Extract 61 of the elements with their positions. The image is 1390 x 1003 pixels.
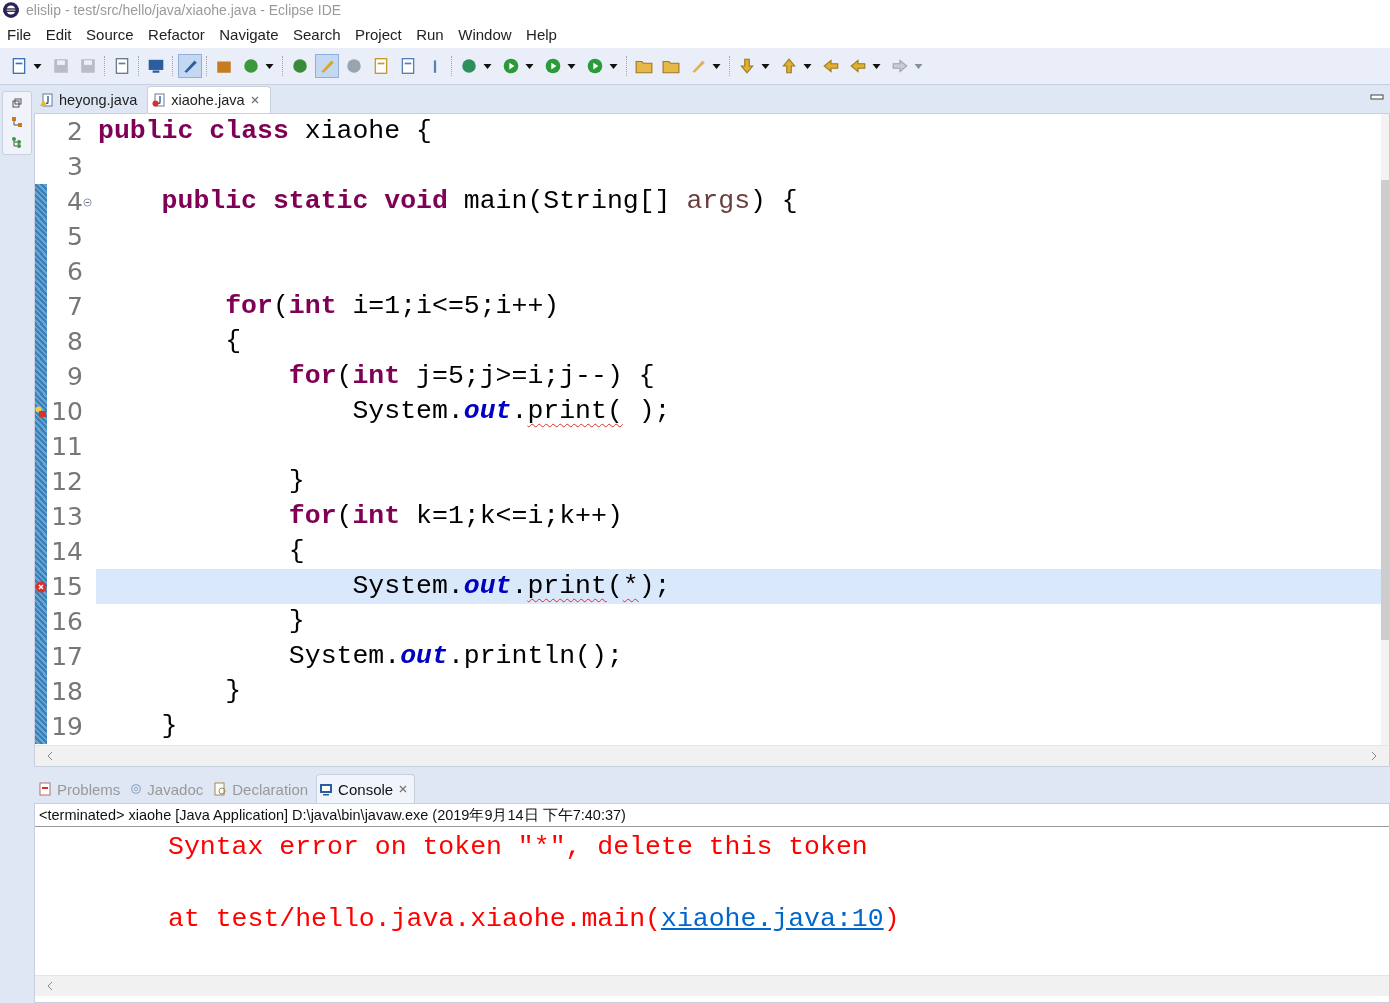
caret-icon[interactable] (567, 63, 576, 69)
code-line: { (287, 535, 306, 568)
close-icon[interactable] (398, 784, 409, 794)
code-line: for(int k=1;k<=i;k++) (287, 500, 624, 533)
close-icon[interactable] (249, 95, 260, 105)
java-file-error-icon (152, 93, 167, 107)
caret-icon[interactable] (265, 63, 274, 69)
tree-icon[interactable] (11, 136, 23, 148)
horizontal-scrollbar[interactable] (35, 975, 1389, 996)
caret-icon[interactable] (761, 63, 770, 69)
code-line: for(int i=1;i<=5;i++) (224, 290, 561, 323)
menu-item[interactable]: Help (526, 25, 557, 43)
scroll-right-icon[interactable] (1371, 751, 1377, 761)
collapse-icon[interactable] (83, 198, 92, 207)
caret-icon[interactable] (609, 63, 618, 69)
editor-tab[interactable]: xiaohe.java (147, 86, 271, 113)
menu-item[interactable]: Navigate (219, 25, 279, 43)
window-title: elislip - test/src/hello/java/xiaohe.java - Eclipse IDE (26, 2, 342, 18)
problems-icon (38, 782, 52, 796)
vertical-scrollbar[interactable] (1381, 114, 1389, 745)
caret-icon[interactable] (483, 63, 492, 69)
caret-icon[interactable] (803, 63, 812, 69)
code-line: System.out.println(); (287, 640, 624, 673)
menu-item[interactable]: Search (292, 25, 341, 43)
console-icon (319, 782, 334, 796)
menu-item[interactable]: Project (355, 25, 402, 43)
menu-item[interactable]: Source (86, 25, 134, 43)
hierarchy-icon[interactable] (11, 116, 23, 128)
stack-trace-text: ) (883, 904, 900, 934)
caret-icon[interactable] (33, 63, 42, 69)
console-header: <terminated> xiaohe [Java Application] D:\java\bin\javaw.exe (2019年9月14日 下午7:40:37) (35, 804, 1389, 827)
horizontal-scrollbar[interactable] (35, 745, 1389, 766)
scroll-left-icon[interactable] (47, 981, 53, 991)
menu-item[interactable]: Refactor (148, 25, 205, 43)
caret-icon[interactable] (872, 63, 881, 69)
code-line: } (224, 675, 243, 708)
source-link[interactable]: xiaohe.java:10 (661, 904, 884, 934)
menu-item[interactable]: Run (416, 25, 444, 43)
editor-tab[interactable]: heyong.java (36, 87, 148, 113)
view-tab[interactable]: Console (316, 774, 416, 803)
code-line: } (160, 710, 179, 743)
caret-icon[interactable] (525, 63, 534, 69)
at-sign-icon (130, 783, 143, 795)
declaration-icon (213, 782, 228, 796)
menu-item[interactable]: File (7, 25, 32, 43)
error-message: Syntax error on token "*", delete this token (168, 831, 869, 864)
menu-item[interactable]: Edit (45, 25, 72, 43)
menu-item[interactable]: Window (458, 25, 512, 43)
code-line: for(int j=5;j>=i;j--) { (287, 360, 656, 393)
restore-icon[interactable] (12, 98, 22, 108)
code-line: public class xiaohe { (97, 115, 433, 148)
java-file-warning-icon (40, 93, 54, 107)
code-line: } (287, 465, 306, 498)
code-line: System.out.print( ); (351, 395, 672, 428)
code-line: { (224, 325, 243, 358)
caret-icon[interactable] (712, 63, 721, 69)
scroll-left-icon[interactable] (47, 751, 53, 761)
minimize-icon[interactable] (1370, 93, 1384, 101)
stack-trace-text: at test/hello.java.xiaohe.main( (168, 904, 661, 934)
code-line: } (287, 605, 306, 638)
code-line: public static void main(String[] args) { (160, 185, 799, 218)
